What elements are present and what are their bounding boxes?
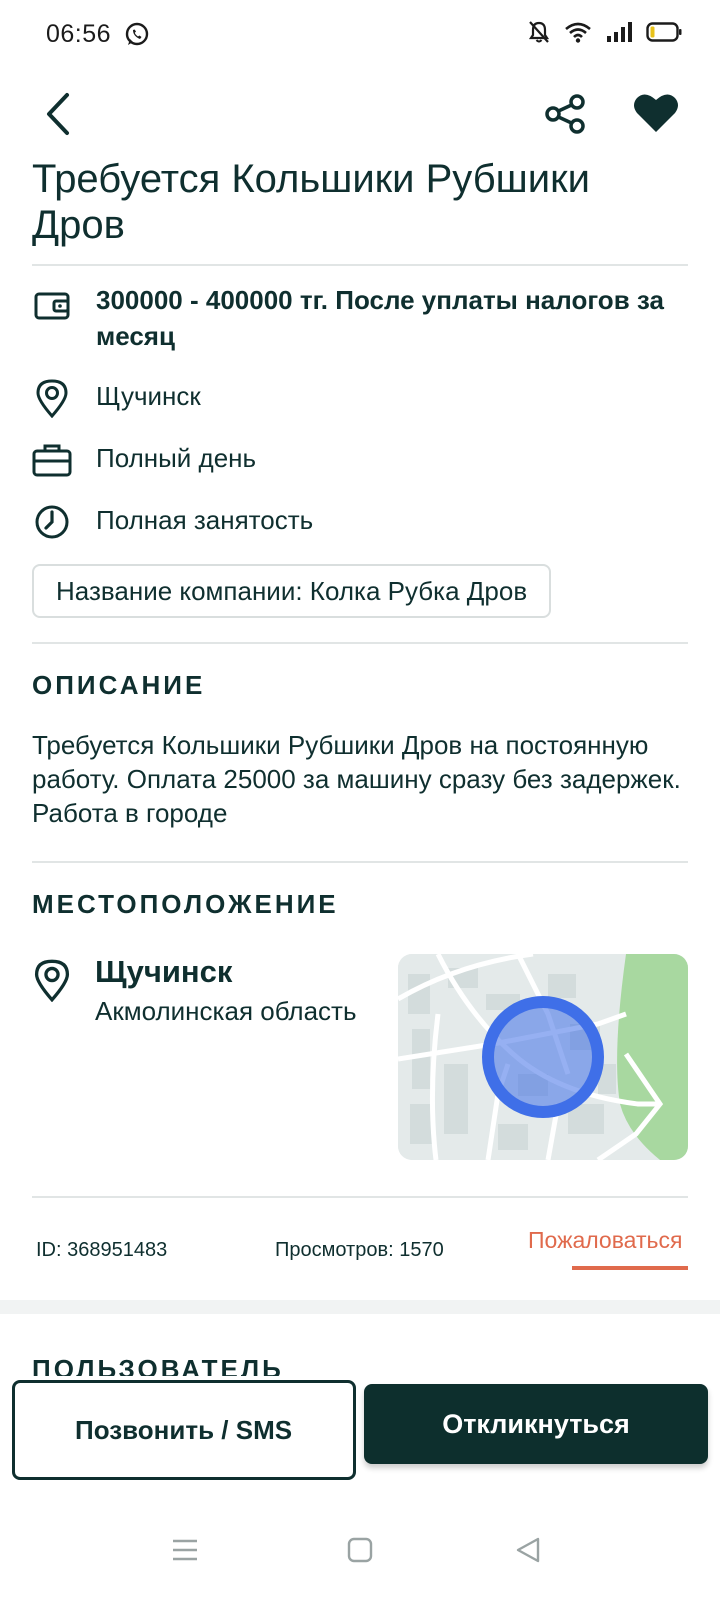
bell-off-icon — [528, 20, 550, 49]
employment-row: Полная занятость — [32, 502, 682, 542]
map-thumbnail[interactable] — [398, 954, 688, 1160]
back-button[interactable] — [32, 86, 84, 142]
chevron-left-icon — [47, 93, 69, 135]
job-title: Требуется Кольшики Рубшики Дров — [32, 157, 590, 247]
map-pin-icon — [32, 958, 72, 1007]
city-text: Щучинск — [96, 381, 201, 411]
top-app-bar — [0, 72, 720, 156]
favorite-button[interactable] — [628, 84, 684, 140]
heart-icon — [634, 94, 678, 132]
listing-id: ID: 368951483 — [36, 1239, 168, 1261]
share-icon — [545, 94, 585, 134]
call-sms-button[interactable]: Позвонить / SMS — [12, 1380, 356, 1480]
salary-text: 300000 - 400000 тг. После уплаты налогов… — [96, 285, 664, 351]
location-heading: МЕСТОПОЛОЖЕНИЕ — [32, 889, 339, 919]
home-nav-button[interactable] — [338, 1528, 382, 1572]
bottom-action-bar: Позвонить / SMS Откликнуться — [0, 1376, 720, 1500]
wifi-icon — [564, 21, 592, 48]
report-link[interactable]: Пожаловаться — [528, 1227, 682, 1254]
content-scroll-area[interactable]: Требуется Кольшики Рубшики Дров 300000 -… — [0, 156, 720, 1376]
section-separator — [0, 1300, 720, 1314]
description-text: Требуется Кольшики Рубшики Дров на посто… — [32, 730, 681, 828]
status-time: 06:56 — [46, 20, 112, 48]
whatsapp-icon — [124, 22, 150, 53]
square-icon — [347, 1537, 373, 1563]
views-count: Просмотров: 1570 — [275, 1239, 444, 1261]
description-heading: ОПИСАНИЕ — [32, 670, 206, 700]
employment-text: Полная занятость — [96, 505, 314, 535]
status-bar: 06:56 — [0, 0, 720, 72]
divider — [32, 861, 688, 863]
user-heading: ПОЛЬЗОВАТЕЛЬ — [32, 1354, 284, 1376]
signal-icon — [606, 21, 632, 48]
back-nav-button[interactable] — [506, 1528, 550, 1572]
city-row: Щучинск — [32, 378, 682, 418]
divider — [32, 264, 688, 266]
report-underline — [572, 1266, 688, 1270]
triangle-back-icon — [516, 1537, 540, 1563]
location-region: Акмолинская область — [95, 996, 357, 1026]
apply-button[interactable]: Откликнуться — [364, 1384, 708, 1464]
menu-icon — [173, 1539, 197, 1561]
salary-row: 300000 - 400000 тг. После уплаты налогов… — [32, 282, 682, 354]
clock-icon — [32, 502, 72, 542]
share-button[interactable] — [538, 86, 594, 142]
wallet-icon — [32, 286, 72, 326]
system-nav-bar — [0, 1500, 720, 1600]
briefcase-icon — [32, 440, 72, 480]
schedule-text: Полный день — [96, 443, 257, 473]
company-name-chip[interactable]: Название компании: Колка Рубка Дров — [32, 564, 552, 618]
location-city: Щучинск — [95, 954, 233, 989]
map-pin-icon — [32, 378, 72, 418]
menu-nav-button[interactable] — [163, 1528, 207, 1572]
divider — [32, 642, 688, 644]
divider — [32, 1196, 688, 1198]
battery-icon — [646, 21, 682, 48]
schedule-row: Полный день — [32, 440, 682, 480]
